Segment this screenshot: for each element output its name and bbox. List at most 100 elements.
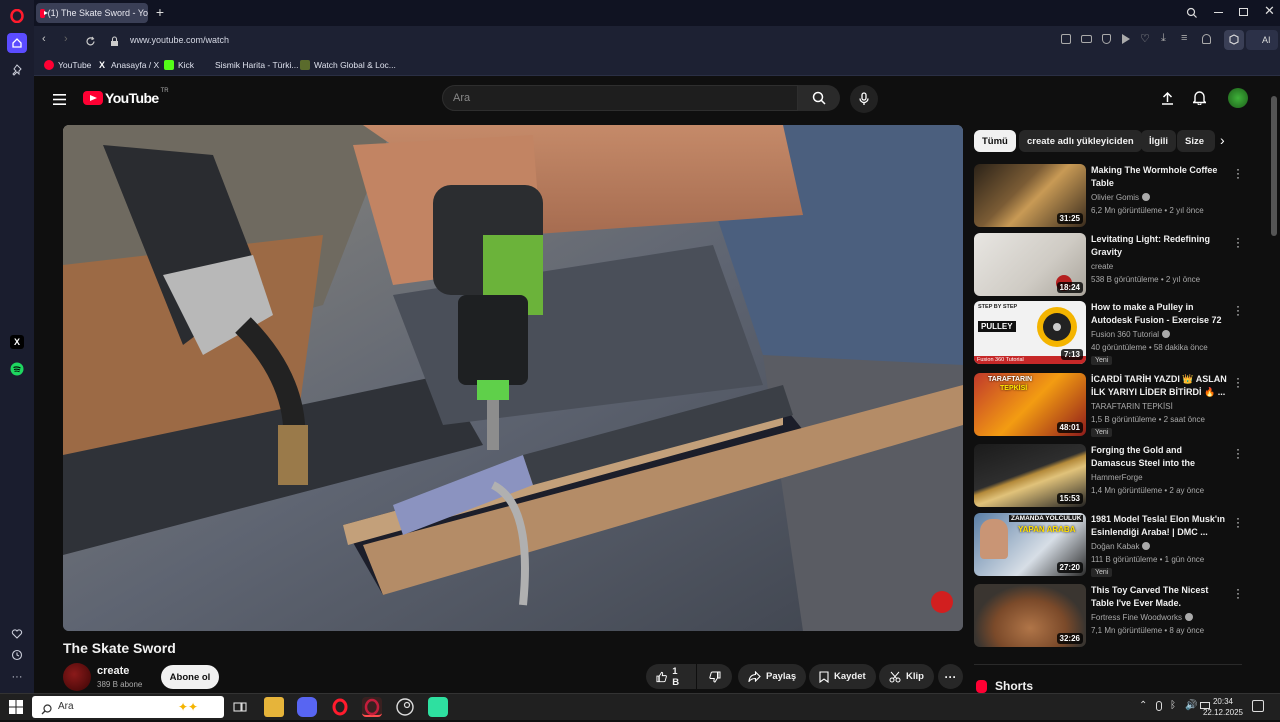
menu-lines-icon[interactable]: ≡ bbox=[1181, 32, 1187, 44]
bookmark-sismik[interactable]: Sismik Harita - Türki... bbox=[201, 58, 298, 72]
recommendation-item[interactable]: ZAMANDA YOLCULUK YAPAN ARABA 27:20 1981 … bbox=[974, 512, 1244, 577]
like-button[interactable]: 1 B bbox=[646, 664, 696, 689]
bookmark-heart-icon[interactable]: ♡ bbox=[1140, 32, 1150, 45]
send-icon[interactable] bbox=[1122, 34, 1130, 44]
heart-icon[interactable] bbox=[7, 624, 27, 644]
restore-button[interactable] bbox=[1239, 8, 1248, 16]
recommendation-channel[interactable]: Doğan Kabak bbox=[1091, 542, 1151, 551]
dislike-button[interactable] bbox=[697, 664, 732, 689]
page-scrollbar[interactable] bbox=[1271, 86, 1277, 686]
minimize-button[interactable] bbox=[1214, 12, 1223, 13]
opera-taskbar-icon[interactable] bbox=[330, 697, 350, 717]
recommendation-title[interactable]: 1981 Model Tesla! Elon Musk'ın Esinlendi… bbox=[1091, 513, 1229, 539]
tab-youtube[interactable]: (1) The Skate Sword - Yo bbox=[36, 3, 148, 23]
discord-icon[interactable] bbox=[297, 697, 317, 717]
x-app-icon[interactable]: X bbox=[7, 332, 27, 352]
recommendation-title[interactable]: How to make a Pulley in Autodesk Fusion … bbox=[1091, 301, 1229, 327]
recommendation-item[interactable]: 18:24 Levitating Light: Redefining Gravi… bbox=[974, 232, 1244, 297]
notifications-bell-icon[interactable] bbox=[1191, 90, 1208, 110]
kebab-menu-icon[interactable]: · · · bbox=[1234, 512, 1242, 532]
recommendation-thumbnail[interactable]: STEP BY STEP PULLEY Fusion 360 Tutorial … bbox=[974, 301, 1086, 364]
kebab-menu-icon[interactable]: · · · bbox=[1234, 232, 1242, 252]
chip-for-you[interactable]: Size bbox=[1177, 130, 1215, 152]
aria-ai-button[interactable]: AI bbox=[1246, 30, 1278, 50]
kebab-menu-icon[interactable]: · · · bbox=[1234, 163, 1242, 183]
recommendation-thumbnail[interactable]: TARAFTARIN TEPKİSİ 48:01 bbox=[974, 373, 1086, 436]
search-input[interactable]: Ara bbox=[442, 85, 798, 111]
shield-icon[interactable] bbox=[1102, 34, 1111, 44]
profile-icon[interactable] bbox=[1202, 34, 1211, 44]
notification-center-icon[interactable] bbox=[1252, 700, 1264, 712]
camera-icon[interactable] bbox=[1081, 35, 1092, 43]
tray-microphone-icon[interactable] bbox=[1156, 701, 1162, 711]
chip-all[interactable]: Tümü bbox=[974, 130, 1016, 152]
close-window-button[interactable]: ✕ bbox=[1264, 3, 1275, 19]
chip-from-uploader[interactable]: create adlı yükleyiciden bbox=[1019, 130, 1142, 152]
bookmark-x[interactable]: X Anasayfa / X bbox=[97, 58, 159, 72]
kebab-menu-icon[interactable]: · · · bbox=[1234, 443, 1242, 463]
search-tabs-icon[interactable] bbox=[1186, 6, 1198, 24]
chip-related[interactable]: İlgili bbox=[1141, 130, 1176, 152]
recommendation-thumbnail[interactable]: ZAMANDA YOLCULUK YAPAN ARABA 27:20 bbox=[974, 513, 1086, 576]
recommendation-title[interactable]: Making The Wormhole Coffee Table bbox=[1091, 164, 1229, 190]
voice-search-button[interactable] bbox=[850, 85, 878, 113]
recommendation-channel[interactable]: TARAFTARIN TEPKİSİ bbox=[1091, 402, 1173, 411]
steam-icon[interactable] bbox=[395, 697, 415, 717]
recommendation-title[interactable]: This Toy Carved The Nicest Table I've Ev… bbox=[1091, 584, 1229, 610]
task-view-icon[interactable] bbox=[230, 697, 250, 717]
history-icon[interactable] bbox=[7, 645, 27, 665]
lock-icon[interactable] bbox=[110, 34, 119, 52]
recommendation-thumbnail[interactable]: 18:24 bbox=[974, 233, 1086, 296]
back-button[interactable]: ‹ bbox=[42, 33, 46, 45]
search-button[interactable] bbox=[798, 85, 840, 111]
pinboard-icon[interactable] bbox=[7, 60, 27, 80]
kebab-menu-icon[interactable]: · · · bbox=[1234, 300, 1242, 320]
clip-button[interactable]: Klip bbox=[879, 664, 934, 689]
channel-name[interactable]: create bbox=[97, 665, 129, 677]
shorts-section-header[interactable]: Shorts bbox=[976, 679, 1033, 693]
recommendation-item[interactable]: STEP BY STEP PULLEY Fusion 360 Tutorial … bbox=[974, 300, 1244, 365]
recommendation-channel[interactable]: Fortress Fine Woodworks bbox=[1091, 613, 1193, 622]
hamburger-menu-icon[interactable] bbox=[53, 92, 66, 110]
whatsapp-app-icon[interactable] bbox=[428, 697, 448, 717]
tray-bluetooth-icon[interactable]: ᛒ bbox=[1170, 700, 1176, 711]
tray-chevron-icon[interactable]: ⌃ bbox=[1139, 700, 1147, 711]
recommendation-item[interactable]: 32:26 This Toy Carved The Nicest Table I… bbox=[974, 583, 1244, 648]
file-explorer-icon[interactable] bbox=[264, 697, 284, 717]
scrollbar-thumb[interactable] bbox=[1271, 96, 1277, 236]
recommendation-thumbnail[interactable]: 31:25 bbox=[974, 164, 1086, 227]
edit-icon[interactable] bbox=[1061, 34, 1071, 44]
opera-logo-icon[interactable] bbox=[7, 6, 27, 26]
recommendation-channel[interactable]: create bbox=[1091, 262, 1113, 271]
channel-avatar[interactable] bbox=[63, 663, 91, 691]
recommendation-channel[interactable]: Olivier Gomis bbox=[1091, 193, 1151, 202]
subscribe-button[interactable]: Abone ol bbox=[161, 665, 219, 689]
forward-button[interactable]: › bbox=[64, 33, 68, 45]
reload-icon[interactable] bbox=[85, 34, 96, 52]
chips-next-chevron-icon[interactable]: › bbox=[1220, 132, 1225, 148]
spotify-icon[interactable] bbox=[7, 359, 27, 379]
save-button[interactable]: Kaydet bbox=[809, 664, 876, 689]
recommendation-item[interactable]: 15:53 Forging the Gold and Damascus Stee… bbox=[974, 443, 1244, 508]
recommendation-title[interactable]: Forging the Gold and Damascus Steel into… bbox=[1091, 444, 1229, 471]
tray-speaker-icon[interactable]: 🔊 bbox=[1185, 700, 1197, 711]
kebab-menu-icon[interactable]: · · · bbox=[1234, 583, 1242, 603]
more-icon[interactable]: ··· bbox=[7, 667, 27, 687]
clock-date[interactable]: 22.12.2025 bbox=[1200, 708, 1246, 717]
recommendation-title[interactable]: Levitating Light: Redefining Gravity bbox=[1091, 233, 1229, 259]
more-actions-button[interactable]: ··· bbox=[938, 664, 963, 689]
share-button[interactable]: Paylaş bbox=[738, 664, 807, 689]
recommendation-item[interactable]: TARAFTARIN TEPKİSİ 48:01 İCARDİ TARİH YA… bbox=[974, 372, 1244, 437]
bookmark-watch-global[interactable]: Watch Global & Loc... bbox=[300, 58, 396, 72]
recommendation-title[interactable]: İCARDİ TARİH YAZDI 👑 ASLAN İLK YARIYI Lİ… bbox=[1091, 373, 1229, 399]
upload-icon[interactable] bbox=[1161, 91, 1174, 110]
recommendation-thumbnail[interactable]: 15:53 bbox=[974, 444, 1086, 507]
extension-cube-icon[interactable] bbox=[1224, 30, 1244, 50]
recommendation-thumbnail[interactable]: 32:26 bbox=[974, 584, 1086, 647]
clock-time[interactable]: 20:34 bbox=[1202, 697, 1244, 706]
bookmark-youtube[interactable]: YouTube bbox=[44, 58, 91, 72]
youtube-logo[interactable]: YouTube TR bbox=[83, 88, 169, 106]
home-icon[interactable] bbox=[7, 33, 27, 53]
bookmark-kick[interactable]: Kick bbox=[164, 58, 194, 72]
url-field[interactable]: www.youtube.com/watch bbox=[120, 30, 1120, 50]
